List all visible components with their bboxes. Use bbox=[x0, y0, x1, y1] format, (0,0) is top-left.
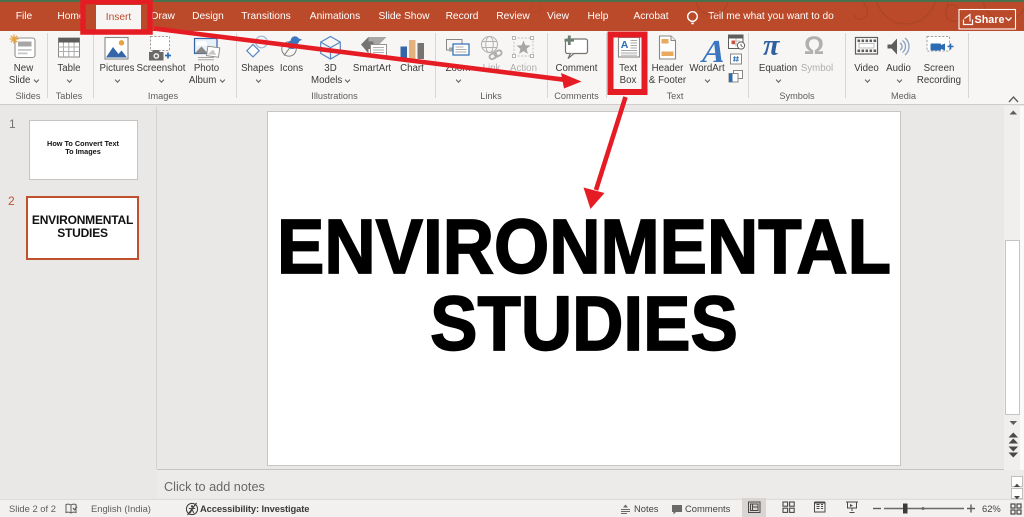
svg-text:Share: Share bbox=[975, 14, 1005, 26]
svg-text:π: π bbox=[763, 31, 780, 62]
svg-text:Ω: Ω bbox=[804, 32, 824, 60]
svg-text:A: A bbox=[621, 39, 629, 51]
svg-text:A: A bbox=[698, 34, 730, 69]
